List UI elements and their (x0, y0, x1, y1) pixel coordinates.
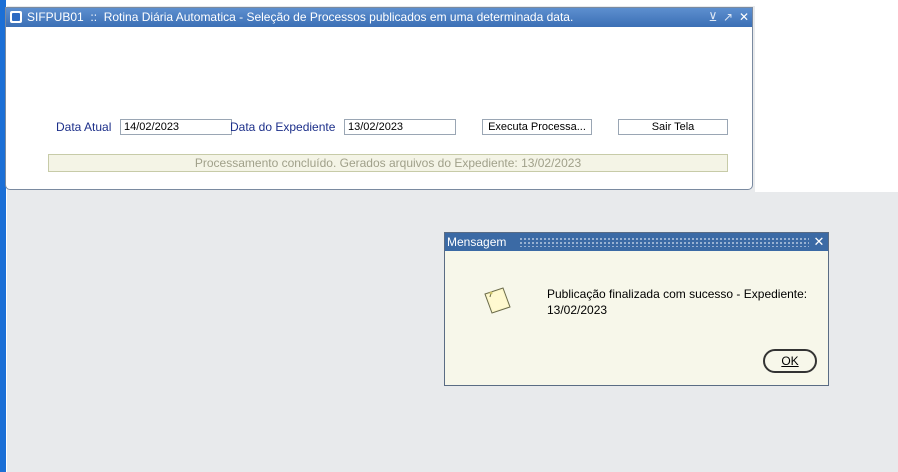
message-dialog: Mensagem ✕ Publicação finalizada com suc… (444, 232, 829, 386)
message-text: Publicação finalizada com sucesso - Expe… (547, 287, 808, 317)
form-code: SIFPUB01 (27, 10, 84, 24)
data-atual-field[interactable]: 14/02/2023 (120, 119, 232, 135)
close-icon[interactable]: ✕ (812, 233, 826, 251)
minimize-icon[interactable]: ⊻ (706, 8, 720, 27)
title-separator: :: (90, 10, 98, 24)
executa-processa-button[interactable]: Executa Processa... (482, 119, 592, 135)
main-window: SIFPUB01 :: Rotina Diária Automatica - S… (5, 7, 753, 190)
ok-button[interactable]: OK (763, 349, 817, 373)
main-window-title-bar[interactable]: SIFPUB01 :: Rotina Diária Automatica - S… (6, 8, 752, 27)
close-icon[interactable]: ✕ (737, 8, 751, 27)
maximize-icon[interactable]: ↗ (721, 8, 735, 27)
data-expediente-field[interactable]: 13/02/2023 (344, 119, 456, 135)
message-dialog-title-bar[interactable]: Mensagem ✕ (445, 233, 828, 251)
data-expediente-label: Data do Expediente (230, 120, 336, 134)
message-dialog-title: Mensagem (447, 235, 507, 249)
title-bar-grip (519, 237, 809, 247)
data-atual-label: Data Atual (56, 120, 112, 134)
app-icon (10, 11, 22, 23)
window-title-text: Rotina Diária Automatica - Seleção de Pr… (103, 10, 574, 24)
ok-button-label: OK (781, 354, 799, 368)
status-message: Processamento concluído. Gerados arquivo… (48, 154, 728, 172)
note-icon (484, 287, 511, 314)
window-title: SIFPUB01 :: Rotina Diária Automatica - S… (27, 8, 573, 27)
sair-tela-button[interactable]: Sair Tela (618, 119, 728, 135)
desktop-white-area (755, 0, 898, 192)
